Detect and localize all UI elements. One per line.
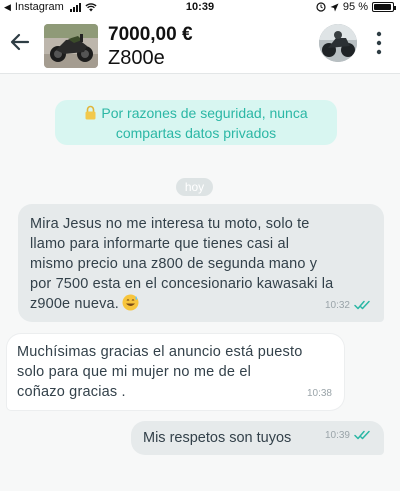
status-bar-right: 95 % xyxy=(316,1,396,13)
message-line: solo para que mi mujer no me de el xyxy=(17,364,252,380)
battery-percent: 95 % xyxy=(342,1,368,13)
chat-header: 7000,00 € Z800e xyxy=(0,16,400,74)
message-line: Muchísimas gracias el anuncio está puest… xyxy=(17,344,303,360)
double-check-read-icon xyxy=(354,430,370,440)
listing-price: 7000,00 € xyxy=(108,24,193,45)
message-line: coñazo gracias . xyxy=(17,384,126,400)
chat-screen: ◀ Instagram 10:39 95 % 7000,00 € Z800e P… xyxy=(0,0,400,491)
message-time: 10:32 xyxy=(324,300,350,311)
security-notice-text-2: compartas datos privados xyxy=(115,125,277,141)
security-notice-text-1: Por razones de seguridad, nunca xyxy=(101,105,308,121)
product-thumbnail[interactable] xyxy=(44,24,98,68)
status-bar: ◀ Instagram 10:39 95 % xyxy=(0,0,400,16)
message-meta: 10:39 xyxy=(325,426,372,446)
user-avatar-photo xyxy=(319,24,357,62)
lock-icon xyxy=(85,105,96,120)
battery-level xyxy=(374,4,391,10)
message-line: Mis respetos son tuyos xyxy=(143,430,292,446)
security-notice: Por razones de seguridad, nunca comparta… xyxy=(55,100,337,145)
message-line: llamo para informarte que tienes casi al xyxy=(30,236,290,252)
back-arrow-icon[interactable] xyxy=(8,30,32,54)
message-line: por 7500 esta en el concesionario kawasa… xyxy=(30,276,334,292)
message-line: mismo precio una z800 de segunda mano y xyxy=(30,256,318,272)
day-separator: hoy xyxy=(176,178,213,196)
message-time: 10:38 xyxy=(306,388,332,399)
security-notice-line-1: Por razones de seguridad, nunca xyxy=(55,103,337,123)
battery-icon xyxy=(372,2,396,12)
alarm-icon xyxy=(316,2,326,12)
outgoing-message[interactable]: Mis respetos son tuyos 10:39 xyxy=(131,421,384,455)
outgoing-message[interactable]: Mira Jesus no me interesa tu moto, solo … xyxy=(18,204,384,322)
location-icon xyxy=(330,3,339,11)
message-line-text: z900e nueva. xyxy=(30,296,119,312)
listing-title: Z800e xyxy=(108,47,165,69)
avatar[interactable] xyxy=(319,24,357,62)
message-line-last: z900e nueva. xyxy=(30,294,374,314)
message-time: 10:39 xyxy=(324,430,350,441)
motorcycle-photo xyxy=(44,24,98,68)
message-line: Mira Jesus no me interesa tu moto, solo … xyxy=(30,216,310,232)
more-options-icon[interactable] xyxy=(374,30,384,56)
grinning-sweat-emoji-icon xyxy=(122,294,139,311)
message-meta: 10:32 xyxy=(325,296,372,316)
double-check-read-icon xyxy=(354,300,370,310)
incoming-message[interactable]: Muchísimas gracias el anuncio está puest… xyxy=(7,334,344,410)
